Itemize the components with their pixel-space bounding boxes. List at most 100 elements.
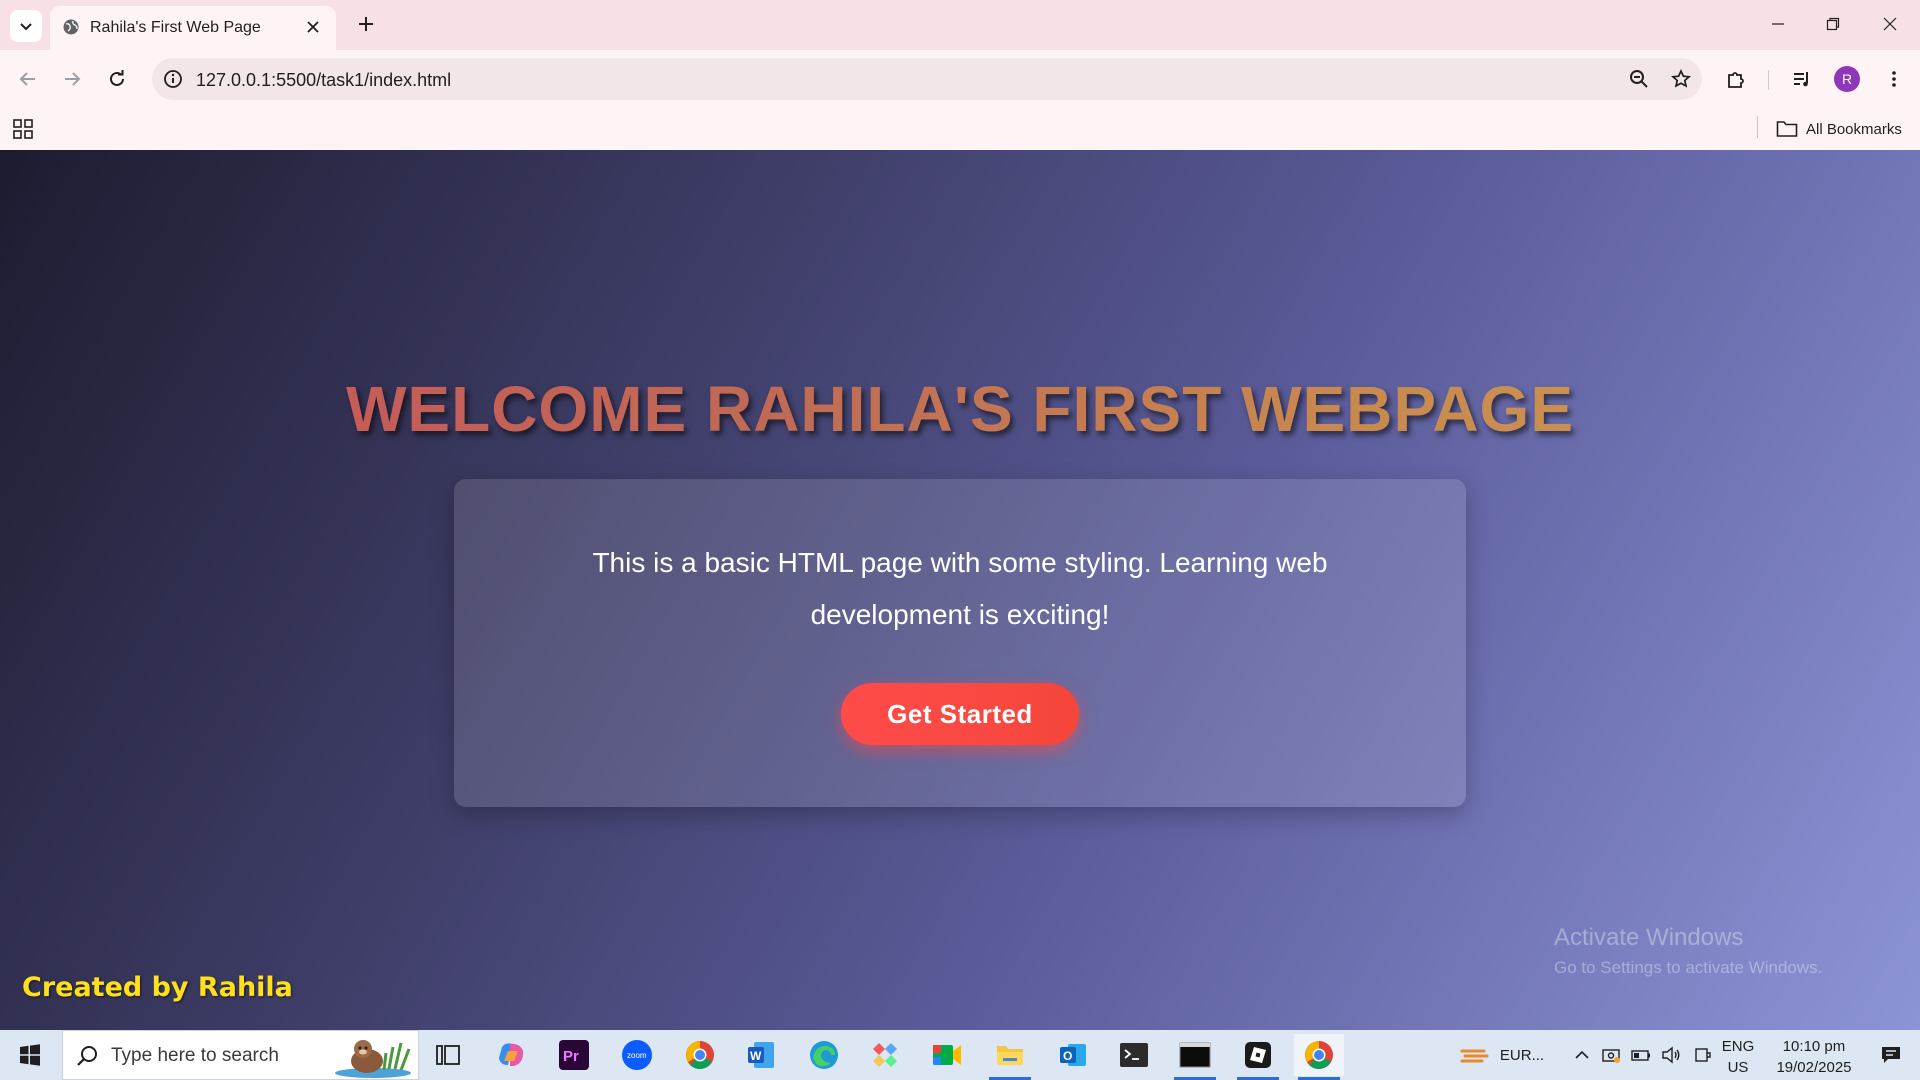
weather-icon bbox=[1460, 1049, 1489, 1063]
start-button[interactable] bbox=[0, 1030, 60, 1080]
svg-text:zoom: zoom bbox=[627, 1051, 647, 1060]
activate-windows-watermark: Activate Windows Go to Settings to activ… bbox=[1554, 924, 1822, 978]
apps-grid-icon[interactable] bbox=[12, 118, 34, 140]
taskbar-app-meet[interactable] bbox=[922, 1034, 972, 1076]
get-started-button[interactable]: Get Started bbox=[841, 683, 1079, 745]
star-icon bbox=[1671, 69, 1691, 88]
more-vertical-icon bbox=[1892, 71, 1896, 87]
browser-menu-button[interactable] bbox=[1878, 63, 1910, 95]
intro-card: This is a basic HTML page with some styl… bbox=[454, 479, 1466, 807]
input-language-button[interactable]: ENG US bbox=[1718, 1036, 1758, 1078]
tab-title: Rahila's First Web Page bbox=[90, 19, 261, 36]
word-icon: W bbox=[748, 1042, 774, 1068]
taskbar-app-chrome-active[interactable] bbox=[1294, 1034, 1344, 1080]
volume-button[interactable] bbox=[1658, 1030, 1684, 1080]
svg-text:O: O bbox=[1063, 1049, 1072, 1063]
minimize-icon bbox=[1772, 23, 1784, 25]
address-bar[interactable]: 127.0.0.1:5500/task1/index.html bbox=[152, 58, 1702, 100]
watermark-title: Activate Windows bbox=[1554, 924, 1744, 951]
edge-icon bbox=[810, 1041, 838, 1069]
language-code: ENG bbox=[1721, 1038, 1755, 1055]
search-placeholder: Type here to search bbox=[111, 1045, 279, 1066]
taskbar-app-outlook[interactable]: O bbox=[1048, 1034, 1098, 1076]
reload-icon bbox=[110, 70, 124, 86]
taskbar-app-task-view[interactable] bbox=[423, 1034, 473, 1076]
page-heading: WELCOME RAHILA'S FIRST WEBPAGE bbox=[0, 372, 1920, 446]
svg-text:W: W bbox=[750, 1049, 762, 1063]
profile-avatar[interactable]: R bbox=[1834, 66, 1860, 92]
taskbar-search[interactable]: Type here to search bbox=[62, 1030, 419, 1080]
taskbar-app-terminal[interactable] bbox=[1109, 1034, 1159, 1076]
show-hidden-icons-button[interactable] bbox=[1568, 1030, 1596, 1080]
network-icon bbox=[1695, 1048, 1711, 1062]
windows-taskbar: Type here to search Pr zoom W O EUR... E… bbox=[0, 1030, 1920, 1080]
premiere-pro-icon: Pr bbox=[559, 1040, 589, 1070]
site-info-button[interactable] bbox=[160, 66, 186, 92]
media-control-button[interactable] bbox=[1786, 63, 1818, 95]
taskbar-app-git-extensions[interactable] bbox=[860, 1034, 910, 1076]
network-button[interactable] bbox=[1690, 1030, 1716, 1080]
search-icon bbox=[77, 1046, 97, 1066]
close-window-button[interactable] bbox=[1868, 8, 1912, 40]
taskbar-app-roblox[interactable] bbox=[1233, 1034, 1283, 1080]
minimize-button[interactable] bbox=[1756, 8, 1800, 40]
notification-center-button[interactable] bbox=[1862, 1030, 1920, 1080]
roblox-icon bbox=[1245, 1042, 1271, 1068]
forward-button[interactable] bbox=[56, 63, 88, 95]
tab-search-button[interactable] bbox=[10, 10, 42, 42]
taskbar-app-chrome[interactable] bbox=[675, 1034, 725, 1076]
google-meet-icon bbox=[933, 1045, 961, 1065]
clock-date: 19/02/2025 bbox=[1776, 1059, 1852, 1076]
battery-icon bbox=[1631, 1050, 1650, 1061]
tray-device-button[interactable] bbox=[1598, 1030, 1624, 1080]
extensions-button[interactable] bbox=[1720, 63, 1752, 95]
taskbar-app-copilot[interactable] bbox=[486, 1034, 536, 1076]
arrow-left-icon bbox=[19, 72, 35, 86]
new-tab-button[interactable] bbox=[352, 10, 380, 38]
close-icon bbox=[307, 21, 319, 33]
taskbar-app-word[interactable]: W bbox=[736, 1034, 786, 1076]
close-icon bbox=[1883, 17, 1897, 31]
tab-strip: Rahila's First Web Page bbox=[0, 0, 1920, 50]
taskbar-app-file-explorer[interactable] bbox=[985, 1034, 1035, 1080]
bookmarks-divider bbox=[1757, 116, 1758, 138]
chrome-icon bbox=[1305, 1041, 1333, 1070]
git-diamond-icon bbox=[873, 1043, 897, 1067]
url-text[interactable]: 127.0.0.1:5500/task1/index.html bbox=[196, 70, 451, 91]
zoom-button[interactable] bbox=[1626, 66, 1652, 92]
windows-logo-icon bbox=[20, 1044, 40, 1066]
browser-toolbar: 127.0.0.1:5500/task1/index.html R bbox=[0, 50, 1920, 108]
info-icon bbox=[164, 70, 182, 88]
bookmark-star-button[interactable] bbox=[1668, 66, 1694, 92]
plus-icon bbox=[359, 17, 373, 31]
svg-text:Pr: Pr bbox=[563, 1048, 579, 1065]
weather-widget[interactable]: EUR... bbox=[1452, 1030, 1552, 1080]
toolbar-divider bbox=[1768, 70, 1769, 90]
puzzle-icon bbox=[1728, 72, 1744, 88]
chevron-up-icon bbox=[1575, 1050, 1589, 1059]
media-queue-icon bbox=[1794, 72, 1808, 87]
arrow-right-icon bbox=[65, 72, 81, 86]
notification-icon bbox=[1882, 1047, 1900, 1063]
terminal-icon bbox=[1120, 1043, 1148, 1067]
battery-button[interactable] bbox=[1628, 1030, 1654, 1080]
copilot-icon bbox=[499, 1043, 524, 1066]
reload-button[interactable] bbox=[101, 63, 133, 95]
browser-tab[interactable]: Rahila's First Web Page bbox=[50, 6, 336, 50]
clock-time: 10:10 pm bbox=[1782, 1038, 1846, 1055]
taskbar-app-edge[interactable] bbox=[799, 1034, 849, 1076]
restore-button[interactable] bbox=[1811, 8, 1855, 40]
command-prompt-icon bbox=[1179, 1042, 1211, 1068]
device-icon bbox=[1602, 1049, 1620, 1063]
taskbar-app-premiere[interactable]: Pr bbox=[549, 1034, 599, 1076]
taskbar-app-command-prompt[interactable] bbox=[1170, 1034, 1220, 1080]
folder-icon bbox=[997, 1046, 1023, 1065]
clock-button[interactable]: 10:10 pm 19/02/2025 bbox=[1766, 1036, 1862, 1078]
globe-icon bbox=[63, 19, 79, 35]
all-bookmarks-button[interactable]: All Bookmarks bbox=[1776, 116, 1902, 142]
taskbar-app-zoom[interactable]: zoom bbox=[612, 1034, 662, 1076]
region-code: US bbox=[1727, 1059, 1749, 1076]
chrome-icon bbox=[686, 1041, 714, 1070]
back-button[interactable] bbox=[12, 63, 44, 95]
tab-close-button[interactable] bbox=[302, 16, 324, 38]
